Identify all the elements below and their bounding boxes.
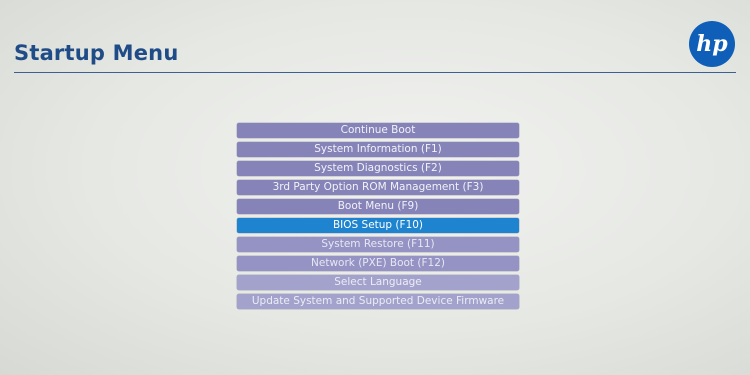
menu-item-system-restore[interactable]: System Restore (F11) (237, 237, 519, 252)
menu-item-option-rom-management[interactable]: 3rd Party Option ROM Management (F3) (237, 180, 519, 195)
title-divider (14, 72, 736, 73)
hp-logo-text: hp (696, 31, 728, 57)
menu-item-system-diagnostics[interactable]: System Diagnostics (F2) (237, 161, 519, 176)
menu-item-bios-setup[interactable]: BIOS Setup (F10) (237, 218, 519, 233)
menu-item-system-information[interactable]: System Information (F1) (237, 142, 519, 157)
menu-item-select-language[interactable]: Select Language (237, 275, 519, 290)
bios-startup-screen: Startup Menu hp Continue Boot System Inf… (0, 0, 750, 375)
hp-logo-icon: hp (688, 20, 736, 68)
page-title: Startup Menu (14, 41, 179, 65)
menu-item-update-firmware[interactable]: Update System and Supported Device Firmw… (237, 294, 519, 309)
startup-menu-list: Continue Boot System Information (F1) Sy… (237, 123, 519, 313)
menu-item-continue-boot[interactable]: Continue Boot (237, 123, 519, 138)
menu-item-boot-menu[interactable]: Boot Menu (F9) (237, 199, 519, 214)
menu-item-network-boot[interactable]: Network (PXE) Boot (F12) (237, 256, 519, 271)
